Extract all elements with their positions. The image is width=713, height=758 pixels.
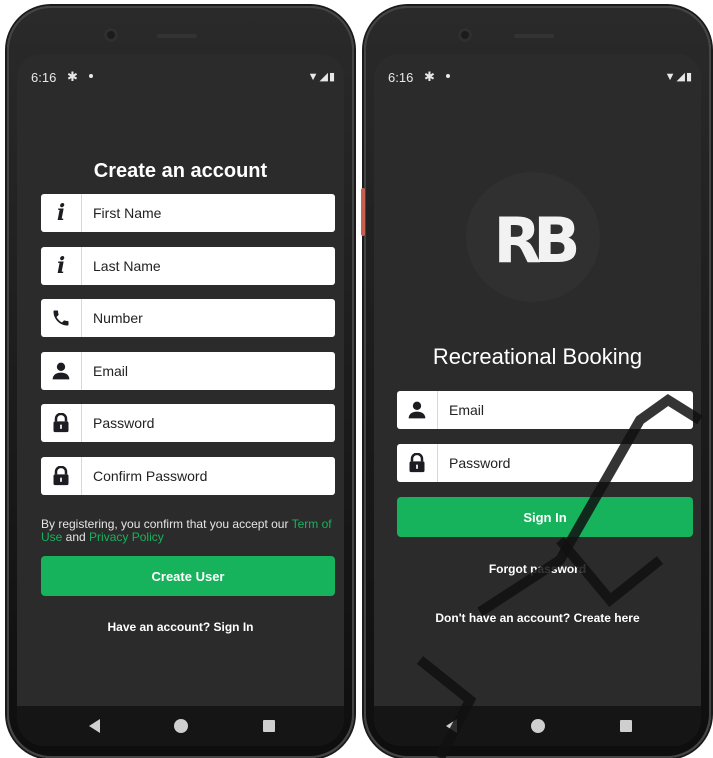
notification-dot-icon (446, 74, 450, 78)
confirm-password-field[interactable]: Confirm Password (41, 457, 335, 495)
lock-icon (397, 444, 438, 482)
password-placeholder: Password (449, 455, 511, 471)
back-icon[interactable] (89, 719, 100, 733)
last-name-placeholder: Last Name (93, 258, 161, 274)
phone-icon (41, 299, 82, 337)
gear-icon: ✱ (424, 69, 435, 84)
back-icon[interactable] (446, 719, 457, 733)
notification-dot-icon (89, 74, 93, 78)
privacy-policy-link[interactable]: Privacy Policy (89, 530, 164, 544)
number-field[interactable]: Number (41, 299, 335, 337)
home-icon[interactable] (174, 719, 188, 733)
page-title: Create an account (93, 160, 268, 182)
status-bar: 6:16 ✱ ▼◢▮ (374, 68, 701, 88)
lock-icon (41, 404, 82, 442)
gear-icon: ✱ (67, 69, 78, 84)
first-name-placeholder: First Name (93, 205, 162, 221)
password-field[interactable]: Password (41, 404, 335, 442)
login-screen: 6:16 ✱ ▼◢▮ RB Recreational Booking Email… (374, 54, 701, 746)
create-user-button[interactable]: Create User (41, 556, 335, 596)
navigation-bar (17, 706, 344, 746)
recents-icon[interactable] (620, 720, 632, 732)
login-phone-frame: 6:16 ✱ ▼◢▮ RB Recreational Booking Email… (361, 6, 711, 758)
home-icon[interactable] (531, 719, 545, 733)
forgot-password-link[interactable]: Forgot password (374, 562, 701, 576)
confirm-password-placeholder: Confirm Password (93, 468, 208, 484)
app-name: Recreational Booking (432, 344, 643, 369)
email-field[interactable]: Email (41, 352, 335, 390)
terms-and: and (62, 530, 90, 544)
user-icon (397, 391, 438, 429)
speaker-grille (157, 34, 197, 38)
info-icon: i (41, 194, 82, 232)
password-field[interactable]: Password (397, 444, 693, 482)
signal-battery-icon: ▼◢▮ (307, 71, 336, 83)
info-icon: i (41, 247, 82, 285)
email-placeholder: Email (449, 402, 485, 418)
speaker-grille (514, 34, 554, 38)
signup-phone-frame: 6:16 ✱ ▼◢▮ Create an account i First Nam… (7, 6, 354, 758)
email-field[interactable]: Email (397, 391, 693, 429)
create-account-link[interactable]: Don't have an account? Create here (374, 611, 701, 625)
lock-icon (41, 457, 82, 495)
status-time: 6:16 (388, 70, 414, 85)
password-placeholder: Password (93, 415, 155, 431)
camera-icon (458, 28, 472, 42)
power-button (361, 188, 365, 236)
first-name-field[interactable]: i First Name (41, 194, 335, 232)
user-icon (41, 352, 82, 390)
signup-screen: 6:16 ✱ ▼◢▮ Create an account i First Nam… (17, 54, 344, 746)
sign-in-link[interactable]: Have an account? Sign In (17, 620, 344, 634)
status-bar: 6:16 ✱ ▼◢▮ (17, 68, 344, 88)
signal-battery-icon: ▼◢▮ (664, 71, 693, 83)
number-placeholder: Number (93, 310, 143, 326)
email-placeholder: Email (93, 363, 129, 379)
camera-icon (104, 28, 118, 42)
terms-notice: By registering, you confirm that you acc… (41, 518, 339, 544)
terms-prefix: By registering, you confirm that you acc… (41, 517, 292, 531)
navigation-bar (374, 706, 701, 746)
last-name-field[interactable]: i Last Name (41, 247, 335, 285)
sign-in-button[interactable]: Sign In (397, 497, 693, 537)
recents-icon[interactable] (263, 720, 275, 732)
app-logo: RB (493, 204, 581, 277)
status-time: 6:16 (31, 70, 57, 85)
